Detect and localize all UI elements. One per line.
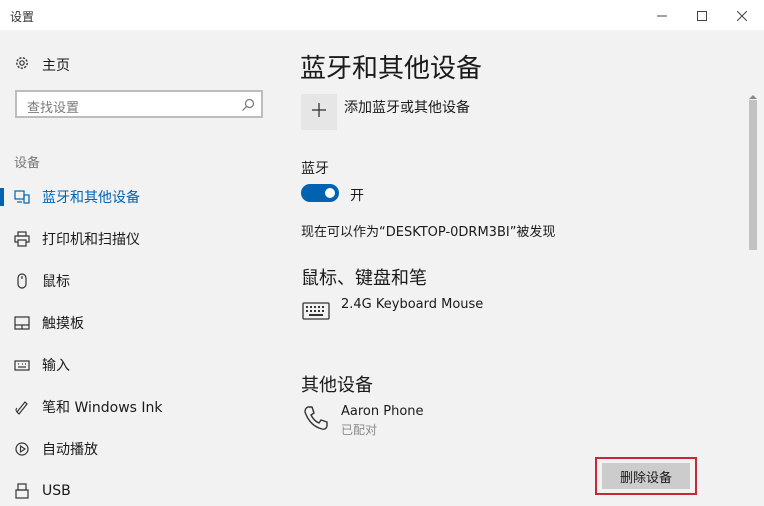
usb-icon xyxy=(14,483,30,499)
autoplay-icon xyxy=(14,441,30,457)
sidebar-item-label: 鼠标 xyxy=(42,274,70,290)
bluetooth-state: 开 xyxy=(350,188,364,204)
mouse-icon xyxy=(14,273,30,289)
remove-device-button[interactable]: 删除设备 xyxy=(602,463,690,489)
sidebar-item-input[interactable]: 输入 xyxy=(0,350,284,380)
minimize-button[interactable] xyxy=(642,0,682,30)
bluetooth-toggle[interactable] xyxy=(301,184,339,202)
close-icon xyxy=(736,6,748,25)
toggle-knob xyxy=(325,188,335,198)
other-devices-heading: 其他设备 xyxy=(301,375,373,396)
window-title: 设置 xyxy=(10,10,35,24)
sidebar-item-label: 笔和 Windows Ink xyxy=(42,400,163,416)
touchpad-icon xyxy=(14,315,30,331)
bluetooth-devices-icon xyxy=(14,189,30,205)
keyboard-device-name[interactable]: 2.4G Keyboard Mouse xyxy=(341,297,483,312)
sidebar-item-pen[interactable]: 笔和 Windows Ink xyxy=(0,392,284,422)
keyboard-input-icon xyxy=(14,357,30,373)
maximize-icon xyxy=(697,6,707,25)
sidebar-item-bluetooth[interactable]: 蓝牙和其他设备 xyxy=(0,182,284,212)
keyboard-icon xyxy=(301,296,331,326)
phone-device-name[interactable]: Aaron Phone xyxy=(341,404,424,419)
pen-icon xyxy=(14,399,30,415)
plus-icon xyxy=(311,102,327,122)
add-device-button[interactable] xyxy=(301,94,337,130)
sidebar-item-label: USB xyxy=(42,483,71,499)
search-input[interactable]: 查找设置 xyxy=(15,90,263,118)
sidebar-item-mouse[interactable]: 鼠标 xyxy=(0,266,284,296)
home-label: 主页 xyxy=(42,58,70,74)
search-icon xyxy=(241,97,255,116)
sidebar-item-touchpad[interactable]: 触摸板 xyxy=(0,308,284,338)
sidebar-item-label: 输入 xyxy=(42,358,70,374)
sidebar-item-autoplay[interactable]: 自动播放 xyxy=(0,434,284,464)
sidebar-item-label: 触摸板 xyxy=(42,316,84,332)
minimize-icon xyxy=(657,6,667,25)
title-bar: 设置 xyxy=(0,0,764,30)
scrollbar[interactable] xyxy=(746,86,760,500)
sidebar-item-label: 蓝牙和其他设备 xyxy=(42,190,140,206)
scroll-thumb[interactable] xyxy=(749,100,757,250)
sidebar-item-usb[interactable]: USB xyxy=(0,476,284,506)
maximize-button[interactable] xyxy=(682,0,722,30)
sidebar-item-printers[interactable]: 打印机和扫描仪 xyxy=(0,224,284,254)
search-placeholder: 查找设置 xyxy=(27,101,80,116)
phone-status: 已配对 xyxy=(341,423,378,437)
home-nav-item[interactable]: 主页 xyxy=(14,54,70,76)
phone-icon xyxy=(301,403,331,433)
section-label-devices: 设备 xyxy=(14,156,41,171)
page-title: 蓝牙和其他设备 xyxy=(300,54,483,84)
discoverable-text: 现在可以作为“DESKTOP-0DRM3BI”被发现 xyxy=(301,225,556,240)
sidebar: 主页 查找设置 设备 蓝牙和其他设备 打印机和扫描仪 鼠标 触摸板 输入 笔和 … xyxy=(0,30,284,500)
gear-icon xyxy=(14,55,42,75)
sidebar-item-label: 自动播放 xyxy=(42,442,98,458)
sidebar-item-label: 打印机和扫描仪 xyxy=(42,232,140,248)
add-device-label[interactable]: 添加蓝牙或其他设备 xyxy=(344,97,470,117)
mouse-keyboard-heading: 鼠标、键盘和笔 xyxy=(301,268,427,289)
main-content: 蓝牙和其他设备 添加蓝牙或其他设备 蓝牙 开 现在可以作为“DESKTOP-0D… xyxy=(284,30,746,500)
close-button[interactable] xyxy=(722,0,762,30)
bluetooth-label: 蓝牙 xyxy=(301,161,329,177)
printer-icon xyxy=(14,231,30,247)
remove-device-highlight: 删除设备 xyxy=(595,457,697,495)
